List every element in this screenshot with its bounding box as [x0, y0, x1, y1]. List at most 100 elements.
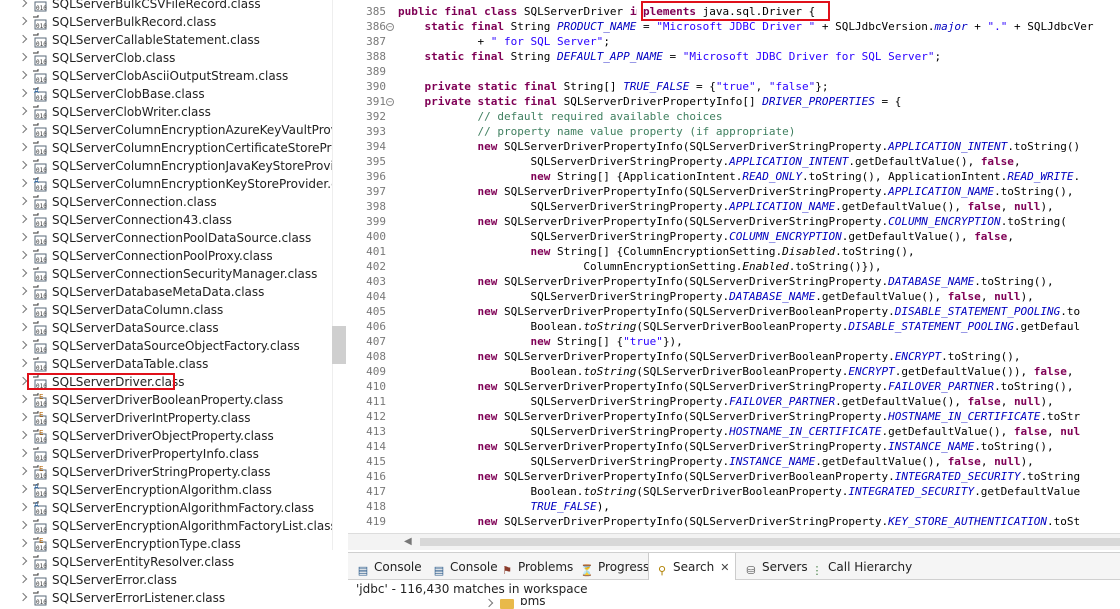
- tree-item[interactable]: 010 E SQLServerEncryptionType.class: [0, 535, 332, 553]
- fold-toggle-icon[interactable]: −: [386, 98, 394, 106]
- tree-item[interactable]: 010 SQLServerColumnEncryptionJavaKeyStore…: [0, 157, 332, 175]
- chevron-right-icon[interactable]: [18, 88, 28, 98]
- chevron-right-icon[interactable]: [18, 124, 28, 134]
- tree-item[interactable]: 010 SQLServerConnectionPoolDataSource.cla…: [0, 229, 332, 247]
- tree-item[interactable]: 010 SQLServerErrorListener.class: [0, 589, 332, 607]
- chevron-right-icon[interactable]: [18, 70, 28, 80]
- svg-text:E: E: [39, 537, 43, 545]
- code-token: toString: [583, 365, 637, 378]
- code-token: READ_ONLY: [742, 170, 802, 183]
- tree-item[interactable]: 010 SQLServerConnectionPoolProxy.class: [0, 247, 332, 265]
- chevron-right-icon[interactable]: [18, 196, 28, 206]
- tab-console[interactable]: ▤ Console: [356, 553, 422, 581]
- chevron-right-icon[interactable]: [18, 16, 28, 26]
- chevron-right-icon[interactable]: [18, 232, 28, 242]
- svg-text:010: 010: [36, 41, 47, 48]
- chevron-right-icon[interactable]: [18, 340, 28, 350]
- chevron-right-icon[interactable]: [18, 574, 28, 584]
- chevron-right-icon[interactable]: [18, 556, 28, 566]
- class-file-icon: 010: [32, 356, 47, 372]
- tree-item[interactable]: 010 SQLServerDatabaseMetaData.class: [0, 283, 332, 301]
- chevron-right-icon[interactable]: [18, 484, 28, 494]
- chevron-right-icon[interactable]: [18, 142, 28, 152]
- fold-toggle-icon[interactable]: −: [386, 23, 394, 31]
- chevron-right-icon[interactable]: [18, 286, 28, 296]
- tree-item[interactable]: 010 SQLServerError.class: [0, 571, 332, 589]
- code-token: ENCRYPT: [848, 365, 895, 378]
- tree-item[interactable]: 010 SQLServerBulkCSVFileRecord.class: [0, 0, 332, 13]
- scroll-left-arrow-icon[interactable]: ◀: [404, 536, 412, 547]
- chevron-right-icon[interactable]: [18, 34, 28, 44]
- chevron-right-icon[interactable]: [18, 376, 28, 386]
- chevron-right-icon[interactable]: [18, 106, 28, 116]
- tree-vertical-scrollbar[interactable]: [332, 0, 348, 550]
- editor-horizontal-scrollbar[interactable]: ◀: [348, 533, 1120, 550]
- chevron-right-icon[interactable]: [18, 322, 28, 332]
- tab-console[interactable]: ▤ Console: [432, 553, 498, 581]
- chevron-right-icon[interactable]: [18, 502, 28, 512]
- chevron-right-icon[interactable]: [18, 0, 28, 8]
- chevron-right-icon[interactable]: [18, 412, 28, 422]
- tree-item[interactable]: 010 A SQLServerEncryptionAlgorithmFactory.…: [0, 499, 332, 517]
- tree-item[interactable]: 010 SQLServerColumnEncryptionAzureKeyVaul…: [0, 121, 332, 139]
- code-text: private static final SQLServerDriverProp…: [398, 94, 902, 109]
- chevron-right-icon[interactable]: [18, 250, 28, 260]
- line-number: 405: [366, 305, 386, 318]
- code-line: 410 new SQLServerDriverPropertyInfo(SQLS…: [348, 379, 1120, 394]
- chevron-right-icon[interactable]: [18, 466, 28, 476]
- chevron-right-icon[interactable]: [18, 214, 28, 224]
- chevron-right-icon[interactable]: [484, 598, 494, 608]
- chevron-right-icon[interactable]: [18, 268, 28, 278]
- chevron-right-icon[interactable]: [18, 178, 28, 188]
- tree-item[interactable]: 010 SQLServerEncryptionAlgorithmFactoryLi…: [0, 517, 332, 535]
- tree-item[interactable]: 010 SQLServerConnection43.class: [0, 211, 332, 229]
- chevron-right-icon[interactable]: [18, 592, 28, 602]
- close-icon[interactable]: ✕: [720, 561, 729, 574]
- tab-call-hierarchy[interactable]: ⋮ Call Hierarchy: [810, 553, 913, 581]
- chevron-right-icon[interactable]: [18, 52, 28, 62]
- code-editor[interactable]: 385 public final class SQLServerDriver im…: [348, 0, 1120, 533]
- class-file-icon: 010: [32, 320, 47, 336]
- tree-item[interactable]: 010 SQLServerDataSourceObjectFactory.clas…: [0, 337, 332, 355]
- code-token: SQLServerDriverPropertyInfo(SQLServerDri…: [503, 305, 895, 318]
- tree-scroll-thumb[interactable]: [332, 326, 346, 364]
- chevron-right-icon[interactable]: [18, 358, 28, 368]
- tree-item[interactable]: 010 A SQLServerClobBase.class: [0, 85, 332, 103]
- line-number: 398: [366, 200, 386, 213]
- chevron-right-icon[interactable]: [18, 304, 28, 314]
- tree-item[interactable]: 010 SQLServerBulkRecord.class: [0, 13, 332, 31]
- tree-item[interactable]: 010 SQLServerDataSource.class: [0, 319, 332, 337]
- tree-item[interactable]: 010 SQLServerConnection.class: [0, 193, 332, 211]
- tree-item[interactable]: 010 SQLServerColumnEncryptionCertificateS…: [0, 139, 332, 157]
- tree-item[interactable]: 010 SQLServerClob.class: [0, 49, 332, 67]
- chevron-right-icon[interactable]: [18, 538, 28, 548]
- chevron-right-icon[interactable]: [18, 160, 28, 170]
- tree-item[interactable]: 010 A SQLServerColumnEncryptionKeyStorePro…: [0, 175, 332, 193]
- tree-item[interactable]: 010 E SQLServerDriverStringProperty.class: [0, 463, 332, 481]
- chevron-right-icon[interactable]: [18, 448, 28, 458]
- tab-servers[interactable]: ⛁ Servers: [744, 553, 807, 581]
- chevron-right-icon[interactable]: [18, 430, 28, 440]
- tab-problems[interactable]: ⚑ Problems: [500, 553, 573, 581]
- tree-item[interactable]: 010 SQLServerClobWriter.class: [0, 103, 332, 121]
- tab-search[interactable]: ⚲ Search ✕: [648, 553, 737, 581]
- tree-item[interactable]: 010 SQLServerDataColumn.class: [0, 301, 332, 319]
- chevron-right-icon[interactable]: [18, 394, 28, 404]
- tree-item[interactable]: 010 E SQLServerDriverObjectProperty.class: [0, 427, 332, 445]
- editor-scroll-thumb[interactable]: [420, 538, 1120, 546]
- tree-item[interactable]: 010 A SQLServerEncryptionAlgorithm.class: [0, 481, 332, 499]
- tree-item[interactable]: 010 E SQLServerDriverIntProperty.class: [0, 409, 332, 427]
- tree-item[interactable]: 010 SQLServerDriverPropertyInfo.class: [0, 445, 332, 463]
- tree-item[interactable]: 010 SQLServerClobAsciiOutputStream.class: [0, 67, 332, 85]
- tree-item[interactable]: 010 SQLServerCallableStatement.class: [0, 31, 332, 49]
- tab-progress[interactable]: ⏳ Progress: [580, 553, 649, 581]
- tree-item[interactable]: 010 SQLServerEntityResolver.class: [0, 553, 332, 571]
- tree-item[interactable]: 010 SQLServerDataTable.class: [0, 355, 332, 373]
- line-number: 388: [366, 50, 386, 63]
- chevron-right-icon[interactable]: [18, 520, 28, 530]
- line-number: 417: [366, 485, 386, 498]
- search-result-item[interactable]: bms: [348, 598, 1120, 609]
- tree-item[interactable]: 010 E SQLServerDriverBooleanProperty.class: [0, 391, 332, 409]
- tree-item[interactable]: 010 SQLServerConnectionSecurityManager.cl…: [0, 265, 332, 283]
- code-token: toString: [583, 485, 637, 498]
